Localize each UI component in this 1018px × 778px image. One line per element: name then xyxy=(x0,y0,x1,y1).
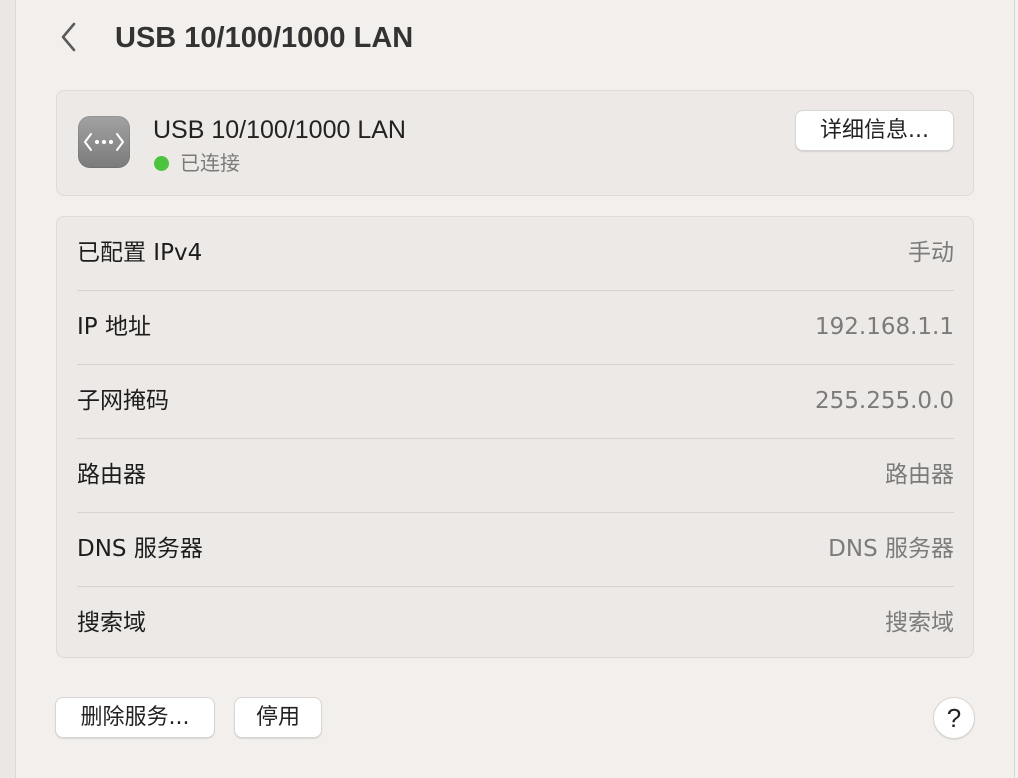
row-label: 已配置 IPv4 xyxy=(77,240,203,266)
interface-card: USB 10/100/1000 LAN 已连接 详细信息... xyxy=(56,90,974,196)
connection-status: 已连接 xyxy=(154,150,240,176)
row-dns-servers[interactable]: DNS 服务器 DNS 服务器 xyxy=(77,513,954,587)
window-edge-left xyxy=(0,0,16,778)
row-search-domains[interactable]: 搜索域 搜索域 xyxy=(77,587,954,661)
status-dot-icon xyxy=(154,155,169,171)
chevron-left-icon xyxy=(61,22,76,52)
row-label: 路由器 xyxy=(77,462,146,488)
row-value: 路由器 xyxy=(885,462,954,488)
row-value: DNS 服务器 xyxy=(828,536,954,562)
row-router[interactable]: 路由器 路由器 xyxy=(77,439,954,513)
ethernet-icon xyxy=(78,116,130,168)
row-value: 搜索域 xyxy=(885,610,954,636)
back-button[interactable] xyxy=(54,20,84,54)
page-title: USB 10/100/1000 LAN xyxy=(115,22,414,54)
row-label: IP 地址 xyxy=(77,314,151,340)
row-label: 搜索域 xyxy=(77,610,146,636)
row-label: 子网掩码 xyxy=(77,388,169,414)
row-label: DNS 服务器 xyxy=(77,536,203,562)
help-button[interactable]: ? xyxy=(933,697,975,739)
row-value: 192.168.1.1 xyxy=(815,314,954,340)
row-value: 手动 xyxy=(908,240,954,266)
status-text: 已连接 xyxy=(180,151,240,175)
row-configure-ipv4[interactable]: 已配置 IPv4 手动 xyxy=(77,217,954,291)
ip-config-card: 已配置 IPv4 手动 IP 地址 192.168.1.1 子网掩码 255.2… xyxy=(56,216,974,658)
row-value: 255.255.0.0 xyxy=(815,388,954,414)
interface-name: USB 10/100/1000 LAN xyxy=(153,116,406,144)
row-ip-address[interactable]: IP 地址 192.168.1.1 xyxy=(77,291,954,365)
details-button[interactable]: 详细信息... xyxy=(795,110,954,151)
row-subnet-mask[interactable]: 子网掩码 255.255.0.0 xyxy=(77,365,954,439)
delete-service-button[interactable]: 删除服务... xyxy=(55,697,215,738)
disable-button[interactable]: 停用 xyxy=(234,697,322,738)
window-edge-right xyxy=(1014,0,1018,778)
